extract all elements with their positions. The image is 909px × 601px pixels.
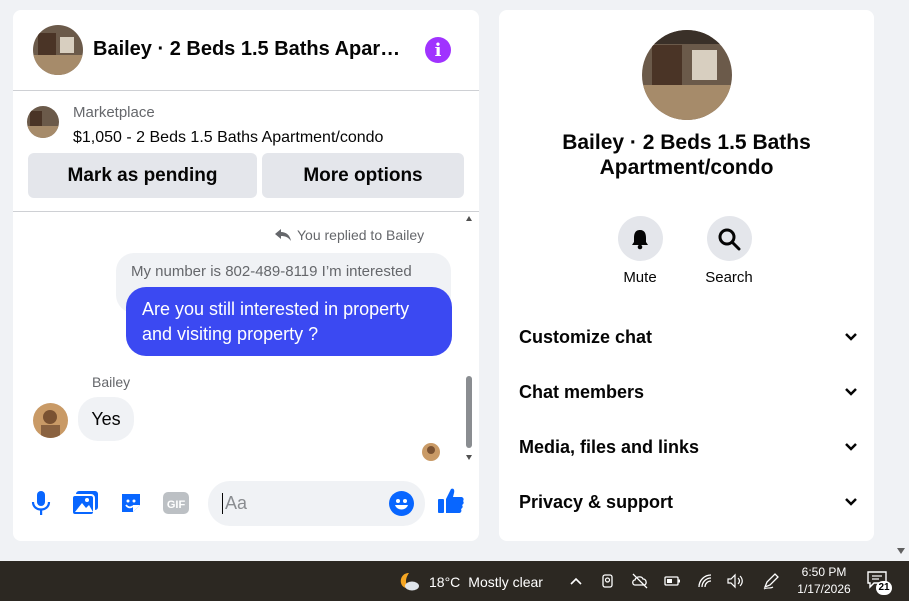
section-privacy-support[interactable]: Privacy & support [519, 482, 859, 522]
search-icon [718, 228, 741, 250]
thumbs-up-icon[interactable] [437, 487, 465, 515]
incoming-message[interactable]: Yes [78, 397, 134, 441]
bell-icon [632, 229, 648, 249]
chevron-up-icon[interactable] [567, 572, 585, 590]
section-chat-members[interactable]: Chat members [519, 372, 859, 412]
search-button[interactable]: Search [699, 216, 759, 286]
gif-label: GIF [167, 499, 186, 511]
mute-label: Mute [623, 269, 657, 286]
chat-window: Bailey · 2 Beds 1.5 Baths Apartment/cond… [13, 10, 479, 541]
section-label: Media, files and links [519, 436, 700, 457]
reply-icon [275, 229, 291, 241]
emoji-icon[interactable] [389, 491, 414, 516]
chevron-down-icon [845, 388, 857, 396]
cloud-off-icon[interactable] [631, 572, 649, 590]
mute-button[interactable]: Mute [610, 216, 670, 286]
weather-temp: 18°C [429, 574, 461, 590]
clock-date: 1/17/2026 [797, 582, 851, 596]
info-name: Bailey · 2 Beds 1.5 Baths Apartment/cond… [562, 131, 811, 179]
seen-avatar [422, 443, 440, 461]
message-input-wrap [208, 481, 425, 526]
replied-indicator: You replied to Bailey [275, 227, 424, 243]
mark-as-pending-button[interactable]: Mark as pending [28, 153, 257, 198]
sticker-icon[interactable] [117, 489, 145, 517]
info-avatar[interactable] [642, 30, 732, 120]
listing-thumbnail[interactable] [27, 106, 59, 138]
volume-icon[interactable] [726, 572, 744, 590]
chat-header: Bailey · 2 Beds 1.5 Baths Apartment/cond… [13, 10, 479, 91]
microphone-icon[interactable] [27, 489, 55, 517]
listing-avatar[interactable] [33, 25, 83, 75]
pen-icon[interactable] [762, 572, 780, 590]
weather-widget[interactable]: 18°C Mostly clear [397, 571, 543, 593]
clock-time: 6:50 PM [801, 565, 847, 579]
section-customize-chat[interactable]: Customize chat [519, 317, 859, 357]
marketplace-label: Marketplace [73, 104, 155, 121]
wifi-icon[interactable] [696, 572, 714, 590]
chat-info-panel: Bailey · 2 Beds 1.5 Baths Apartment/cond… [499, 10, 874, 541]
replied-text: You replied to Bailey [297, 227, 425, 243]
page-scroll-down-arrow[interactable] [894, 544, 908, 556]
gif-icon[interactable]: GIF [162, 489, 190, 517]
section-label: Customize chat [519, 326, 653, 347]
outgoing-message[interactable]: Are you still interested in property and… [126, 287, 452, 356]
section-label: Chat members [519, 381, 645, 402]
info-icon[interactable]: i [425, 37, 451, 63]
section-label: Privacy & support [519, 491, 674, 512]
moon-cloud-icon [400, 573, 419, 591]
notification-center-button[interactable]: 21 [866, 570, 894, 596]
section-media-files-links[interactable]: Media, files and links [519, 427, 859, 467]
message-list: You replied to Bailey My number is 802-4… [13, 213, 479, 465]
taskbar: 18°C Mostly clear 6:50 PM 1/17/2026 21 [0, 561, 909, 601]
chevron-down-icon [845, 498, 857, 506]
taskbar-clock[interactable]: 6:50 PM 1/17/2026 [790, 564, 858, 598]
sender-name: Bailey [92, 374, 131, 390]
marketplace-banner: Marketplace $1,050 - 2 Beds 1.5 Baths Ap… [13, 91, 479, 212]
weather-desc: Mostly clear [468, 574, 543, 590]
camera-icon[interactable] [599, 572, 617, 590]
message-input[interactable] [222, 493, 372, 514]
scrollbar-thumb[interactable] [466, 376, 472, 448]
chevron-down-icon [845, 443, 857, 451]
listing-title[interactable]: $1,050 - 2 Beds 1.5 Baths Apartment/cond… [73, 129, 383, 147]
photo-icon[interactable] [71, 489, 99, 517]
sender-avatar[interactable] [33, 403, 68, 438]
chevron-down-icon [845, 333, 857, 341]
chat-title[interactable]: Bailey · 2 Beds 1.5 Baths Apartment/cond… [93, 38, 403, 61]
battery-icon[interactable] [663, 572, 681, 590]
composer: GIF [13, 472, 479, 541]
notification-badge: 21 [876, 581, 892, 595]
more-options-button[interactable]: More options [262, 153, 464, 198]
search-label: Search [705, 269, 753, 286]
